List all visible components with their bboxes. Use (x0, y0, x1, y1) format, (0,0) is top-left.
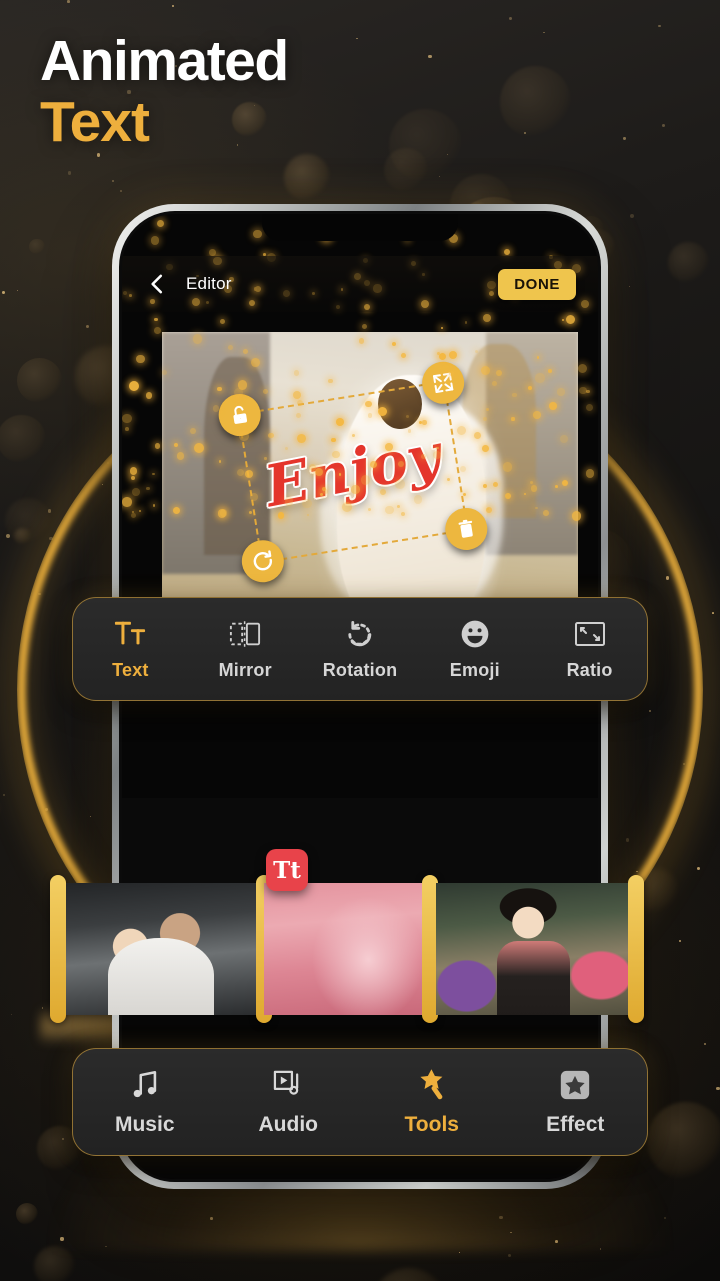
timeline (0, 875, 720, 1037)
nav-effect-label: Effect (546, 1113, 605, 1136)
chevron-left-icon[interactable] (144, 271, 170, 297)
bottom-navigation: Music Audio Tools Effect (72, 1048, 648, 1156)
star-square-icon (558, 1067, 592, 1103)
timeline-clip-3[interactable] (436, 875, 644, 1023)
headline-line-2: Text (40, 90, 150, 155)
nav-audio-label: Audio (258, 1113, 318, 1136)
tool-emoji[interactable]: Emoji (417, 617, 532, 681)
text-tt-icon (114, 617, 146, 651)
nav-music-label: Music (114, 1113, 175, 1136)
tool-ratio-label: Ratio (566, 660, 613, 680)
tool-rotation[interactable]: Rotation (303, 617, 418, 681)
text-badge-label: Tt (273, 856, 301, 884)
phone-notch (262, 214, 458, 241)
nav-tools[interactable]: Tools (360, 1067, 504, 1137)
nav-tools-label: Tools (404, 1113, 459, 1136)
timeline-clip-2[interactable] (264, 875, 438, 1023)
headline-line-1: Animated (40, 29, 289, 93)
trim-handle-left-1[interactable] (50, 875, 66, 1023)
text-badge-icon[interactable]: Tt (266, 849, 308, 891)
music-note-icon (128, 1067, 162, 1103)
nav-audio[interactable]: Audio (217, 1067, 361, 1137)
editor-toolbar: Text Mirror Rotation Emoji Ratio (72, 597, 648, 701)
nav-music[interactable]: Music (73, 1067, 217, 1137)
page-title: Animated Text (40, 29, 289, 156)
done-button[interactable]: DONE (498, 268, 576, 300)
trim-handle-right-3[interactable] (628, 875, 644, 1023)
app-header: Editor DONE (122, 256, 598, 312)
tool-emoji-label: Emoji (449, 660, 500, 680)
tool-rotation-label: Rotation (322, 660, 398, 680)
clip-thumbnail-2[interactable] (264, 883, 422, 1015)
tool-text[interactable]: Text (73, 617, 188, 681)
tool-text-label: Text (112, 660, 149, 680)
timeline-clip-1[interactable] (50, 875, 272, 1023)
magic-wand-star-icon (414, 1067, 450, 1103)
tool-ratio[interactable]: Ratio (532, 617, 647, 681)
tool-mirror[interactable]: Mirror (188, 617, 303, 681)
header-title: Editor (186, 274, 232, 293)
mirror-icon (229, 617, 261, 651)
ratio-icon (574, 617, 606, 651)
audio-video-icon (271, 1067, 305, 1103)
tool-mirror-label: Mirror (218, 660, 272, 680)
emoji-smiley-icon (459, 617, 491, 651)
clip-thumbnail-3[interactable] (436, 883, 628, 1015)
nav-effect[interactable]: Effect (504, 1067, 648, 1137)
clip-thumbnail-1[interactable] (66, 883, 256, 1015)
rotation-icon (344, 617, 375, 651)
